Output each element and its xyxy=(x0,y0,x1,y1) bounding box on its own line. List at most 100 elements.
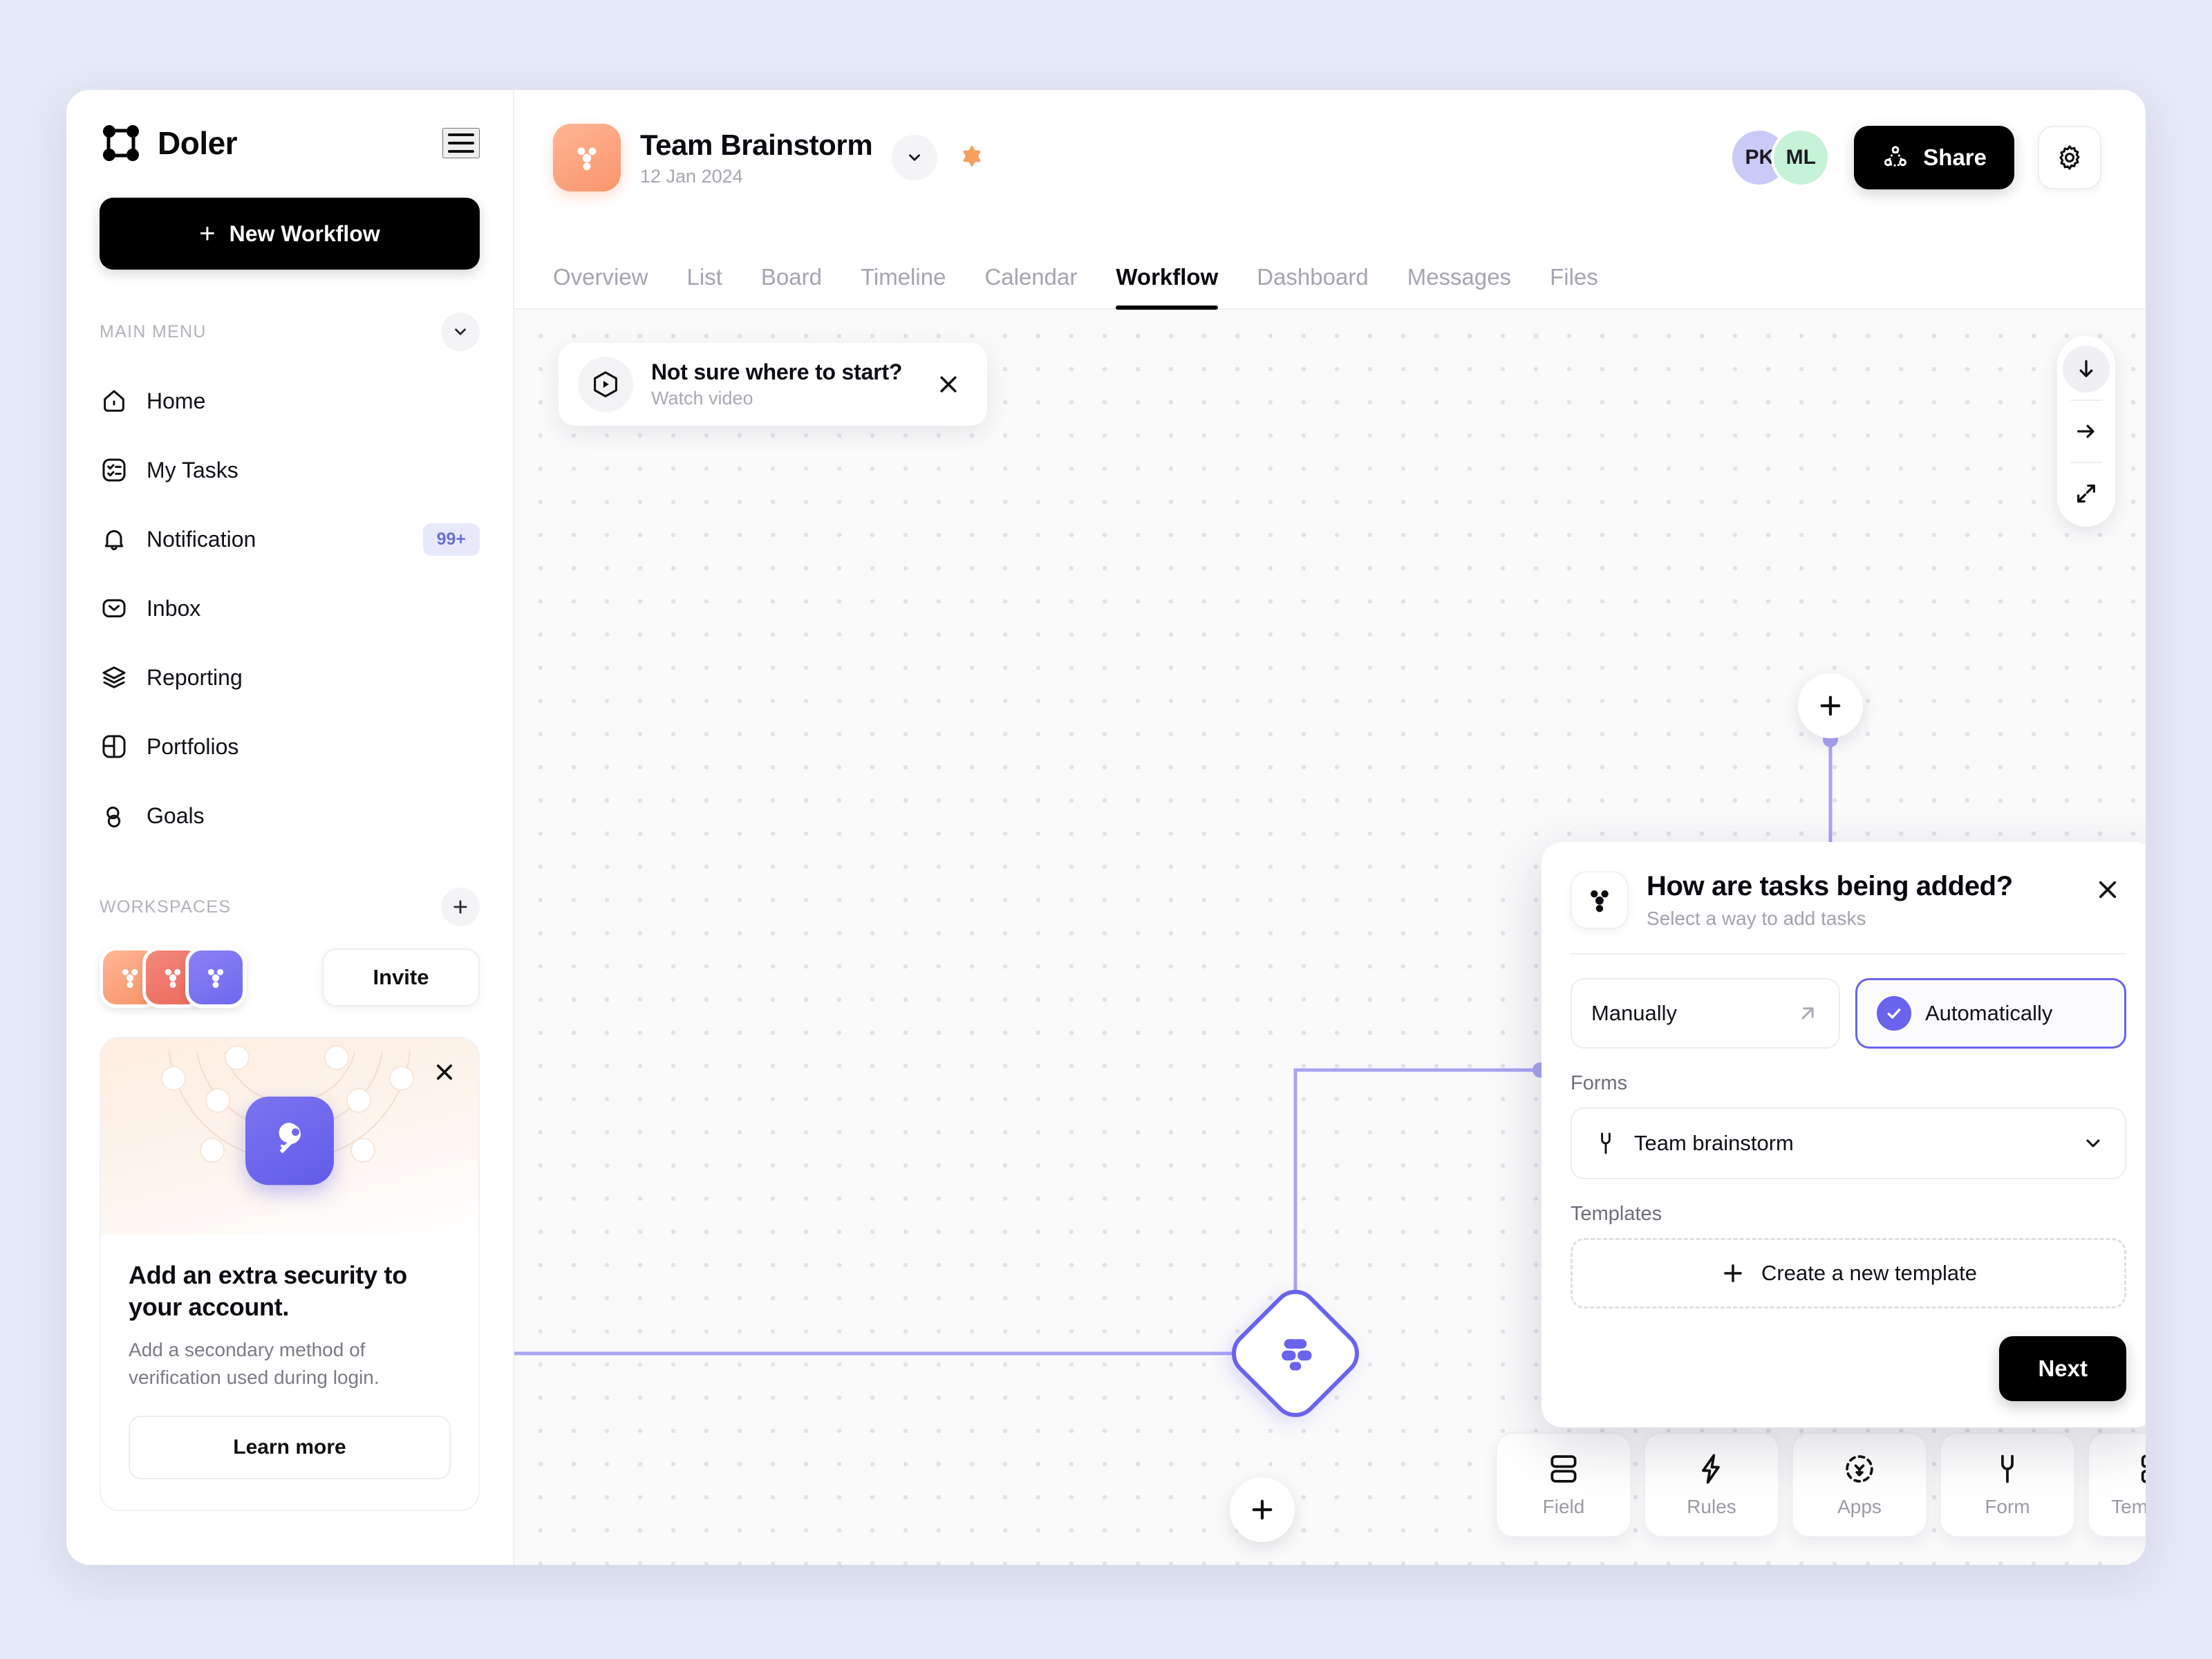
hint-title: Not sure where to start? xyxy=(651,359,903,384)
plug-icon xyxy=(1593,1130,1619,1156)
project-dropdown-chevron-down-icon[interactable] xyxy=(892,135,938,180)
promo-description: Add a secondary method of verification u… xyxy=(129,1339,379,1389)
security-promo-card: Add an extra security to your account. A… xyxy=(100,1037,480,1511)
learn-more-button[interactable]: Learn more xyxy=(129,1415,451,1479)
tasks-group-icon xyxy=(1571,871,1629,929)
promo-title: Add an extra security to your account. xyxy=(129,1261,407,1321)
inbox-icon xyxy=(100,594,129,623)
main-menu-collapse-button[interactable] xyxy=(441,312,480,351)
sidebar-item-label: Notification xyxy=(147,526,256,552)
project-header: Team Brainstorm 12 Jan 2024 xyxy=(553,124,987,191)
add-workspace-button[interactable] xyxy=(441,888,480,926)
field-icon xyxy=(1546,1452,1581,1486)
add-node-top-button[interactable] xyxy=(1798,673,1863,738)
workflow-canvas[interactable]: Not sure where to start? Watch video Fie… xyxy=(514,310,2146,1565)
sidebar-item-my-tasks[interactable]: My Tasks xyxy=(100,435,480,505)
choice-label: Automatically xyxy=(1925,1001,2053,1025)
plus-icon xyxy=(1720,1260,1746,1286)
goals-icon xyxy=(100,801,129,830)
tool-label: Field xyxy=(1542,1496,1585,1517)
watch-video-hint-card[interactable]: Not sure where to start? Watch video xyxy=(559,343,987,426)
new-workflow-button[interactable]: + New Workflow xyxy=(100,198,480,270)
arrow-down-icon[interactable] xyxy=(2063,346,2110,393)
hamburger-menu-icon[interactable] xyxy=(442,128,480,158)
tab-messages[interactable]: Messages xyxy=(1407,264,1511,308)
promo-body: Add an extra security to your account. A… xyxy=(101,1235,478,1510)
tool-label: Templates xyxy=(2111,1496,2146,1517)
sidebar-header: Doler xyxy=(100,122,480,165)
plus-icon: + xyxy=(199,218,216,249)
hint-subtitle: Watch video xyxy=(651,388,753,409)
tab-dashboard[interactable]: Dashboard xyxy=(1257,264,1368,308)
tab-list[interactable]: List xyxy=(687,264,722,308)
modal-header: How are tasks being added? Select a way … xyxy=(1571,871,2126,930)
settings-gear-icon[interactable] xyxy=(2038,126,2101,189)
sidebar-item-inbox[interactable]: Inbox xyxy=(100,574,480,643)
workflow-toolbar: Field Rules Apps Form Tem xyxy=(1496,1432,2146,1537)
modal-title: How are tasks being added? xyxy=(1647,871,2013,901)
brand[interactable]: Doler xyxy=(100,122,238,165)
tab-timeline[interactable]: Timeline xyxy=(861,264,946,308)
tool-form-button[interactable]: Form xyxy=(1940,1432,2075,1537)
add-tasks-modal: How are tasks being added? Select a way … xyxy=(1541,842,2146,1427)
tab-files[interactable]: Files xyxy=(1550,264,1598,308)
choice-manually-button[interactable]: Manually xyxy=(1571,978,1840,1049)
sidebar-item-notification[interactable]: Notification 99+ xyxy=(100,505,480,574)
forms-label: Forms xyxy=(1571,1072,1628,1094)
sidebar-item-label: Portfolios xyxy=(147,733,239,759)
arrow-right-icon[interactable] xyxy=(2063,408,2110,455)
next-button[interactable]: Next xyxy=(1999,1336,2126,1401)
plug-icon xyxy=(1990,1452,2025,1486)
arrow-up-right-icon xyxy=(1796,1002,1819,1025)
workspace-chip[interactable] xyxy=(185,947,246,1008)
tab-workflow[interactable]: Workflow xyxy=(1116,264,1218,310)
expand-icon[interactable] xyxy=(2063,470,2110,517)
sidebar-item-reporting[interactable]: Reporting xyxy=(100,643,480,712)
sidebar-item-goals[interactable]: Goals xyxy=(100,781,480,850)
tool-rules-button[interactable]: Rules xyxy=(1644,1432,1779,1537)
choice-automatically-button[interactable]: Automatically xyxy=(1855,978,2126,1049)
workspaces-row: Invite xyxy=(100,947,480,1008)
tab-board[interactable]: Board xyxy=(761,264,822,308)
invite-button[interactable]: Invite xyxy=(322,948,480,1006)
play-video-icon xyxy=(578,357,633,412)
workflow-node-diamond[interactable] xyxy=(1221,1280,1369,1427)
project-avatar-icon xyxy=(553,124,621,191)
chevron-down-icon xyxy=(2082,1132,2104,1154)
sidebar-item-label: Inbox xyxy=(147,595,201,621)
project-text: Team Brainstorm 12 Jan 2024 xyxy=(640,128,873,187)
canvas-controls xyxy=(2057,336,2115,527)
hint-close-icon[interactable] xyxy=(929,365,968,404)
promo-close-icon[interactable] xyxy=(429,1056,460,1088)
modal-title-group: How are tasks being added? Select a way … xyxy=(1647,871,2013,930)
tasks-icon xyxy=(100,456,129,485)
templates-icon xyxy=(2138,1452,2146,1486)
modal-footer: Next xyxy=(1571,1336,2126,1401)
tool-templates-button[interactable]: Templates xyxy=(2088,1432,2146,1537)
key-icon xyxy=(245,1096,334,1185)
share-button[interactable]: Share xyxy=(1854,126,2014,189)
sidebar-item-home[interactable]: Home xyxy=(100,366,480,435)
forms-select[interactable]: Team brainstorm xyxy=(1571,1107,2126,1179)
hint-text: Not sure where to start? Watch video xyxy=(651,359,902,409)
new-workflow-label: New Workflow xyxy=(229,221,380,246)
topbar-actions: PK ML Share xyxy=(1730,126,2101,189)
main-nav: Home My Tasks Notification 99+ Inbox Rep… xyxy=(100,366,480,850)
tab-overview[interactable]: Overview xyxy=(553,264,648,308)
forms-select-value: Team brainstorm xyxy=(1634,1131,1794,1155)
share-icon xyxy=(1882,144,1909,171)
modal-close-icon[interactable] xyxy=(2089,871,2126,908)
tool-apps-button[interactable]: Apps xyxy=(1792,1432,1927,1537)
tool-field-button[interactable]: Field xyxy=(1496,1432,1631,1537)
divider xyxy=(2070,400,2102,401)
avatar[interactable]: ML xyxy=(1771,128,1831,187)
promo-illustration xyxy=(101,1038,478,1235)
sidebar-item-portfolios[interactable]: Portfolios xyxy=(100,712,480,781)
favorite-star-icon[interactable] xyxy=(957,142,987,173)
page-title: Team Brainstorm xyxy=(640,128,873,161)
sidebar-item-label: Home xyxy=(147,388,206,413)
tool-label: Rules xyxy=(1687,1496,1736,1517)
create-template-button[interactable]: Create a new template xyxy=(1571,1238,2126,1309)
add-node-bottom-button[interactable] xyxy=(1230,1477,1295,1542)
tab-calendar[interactable]: Calendar xyxy=(984,264,1077,308)
